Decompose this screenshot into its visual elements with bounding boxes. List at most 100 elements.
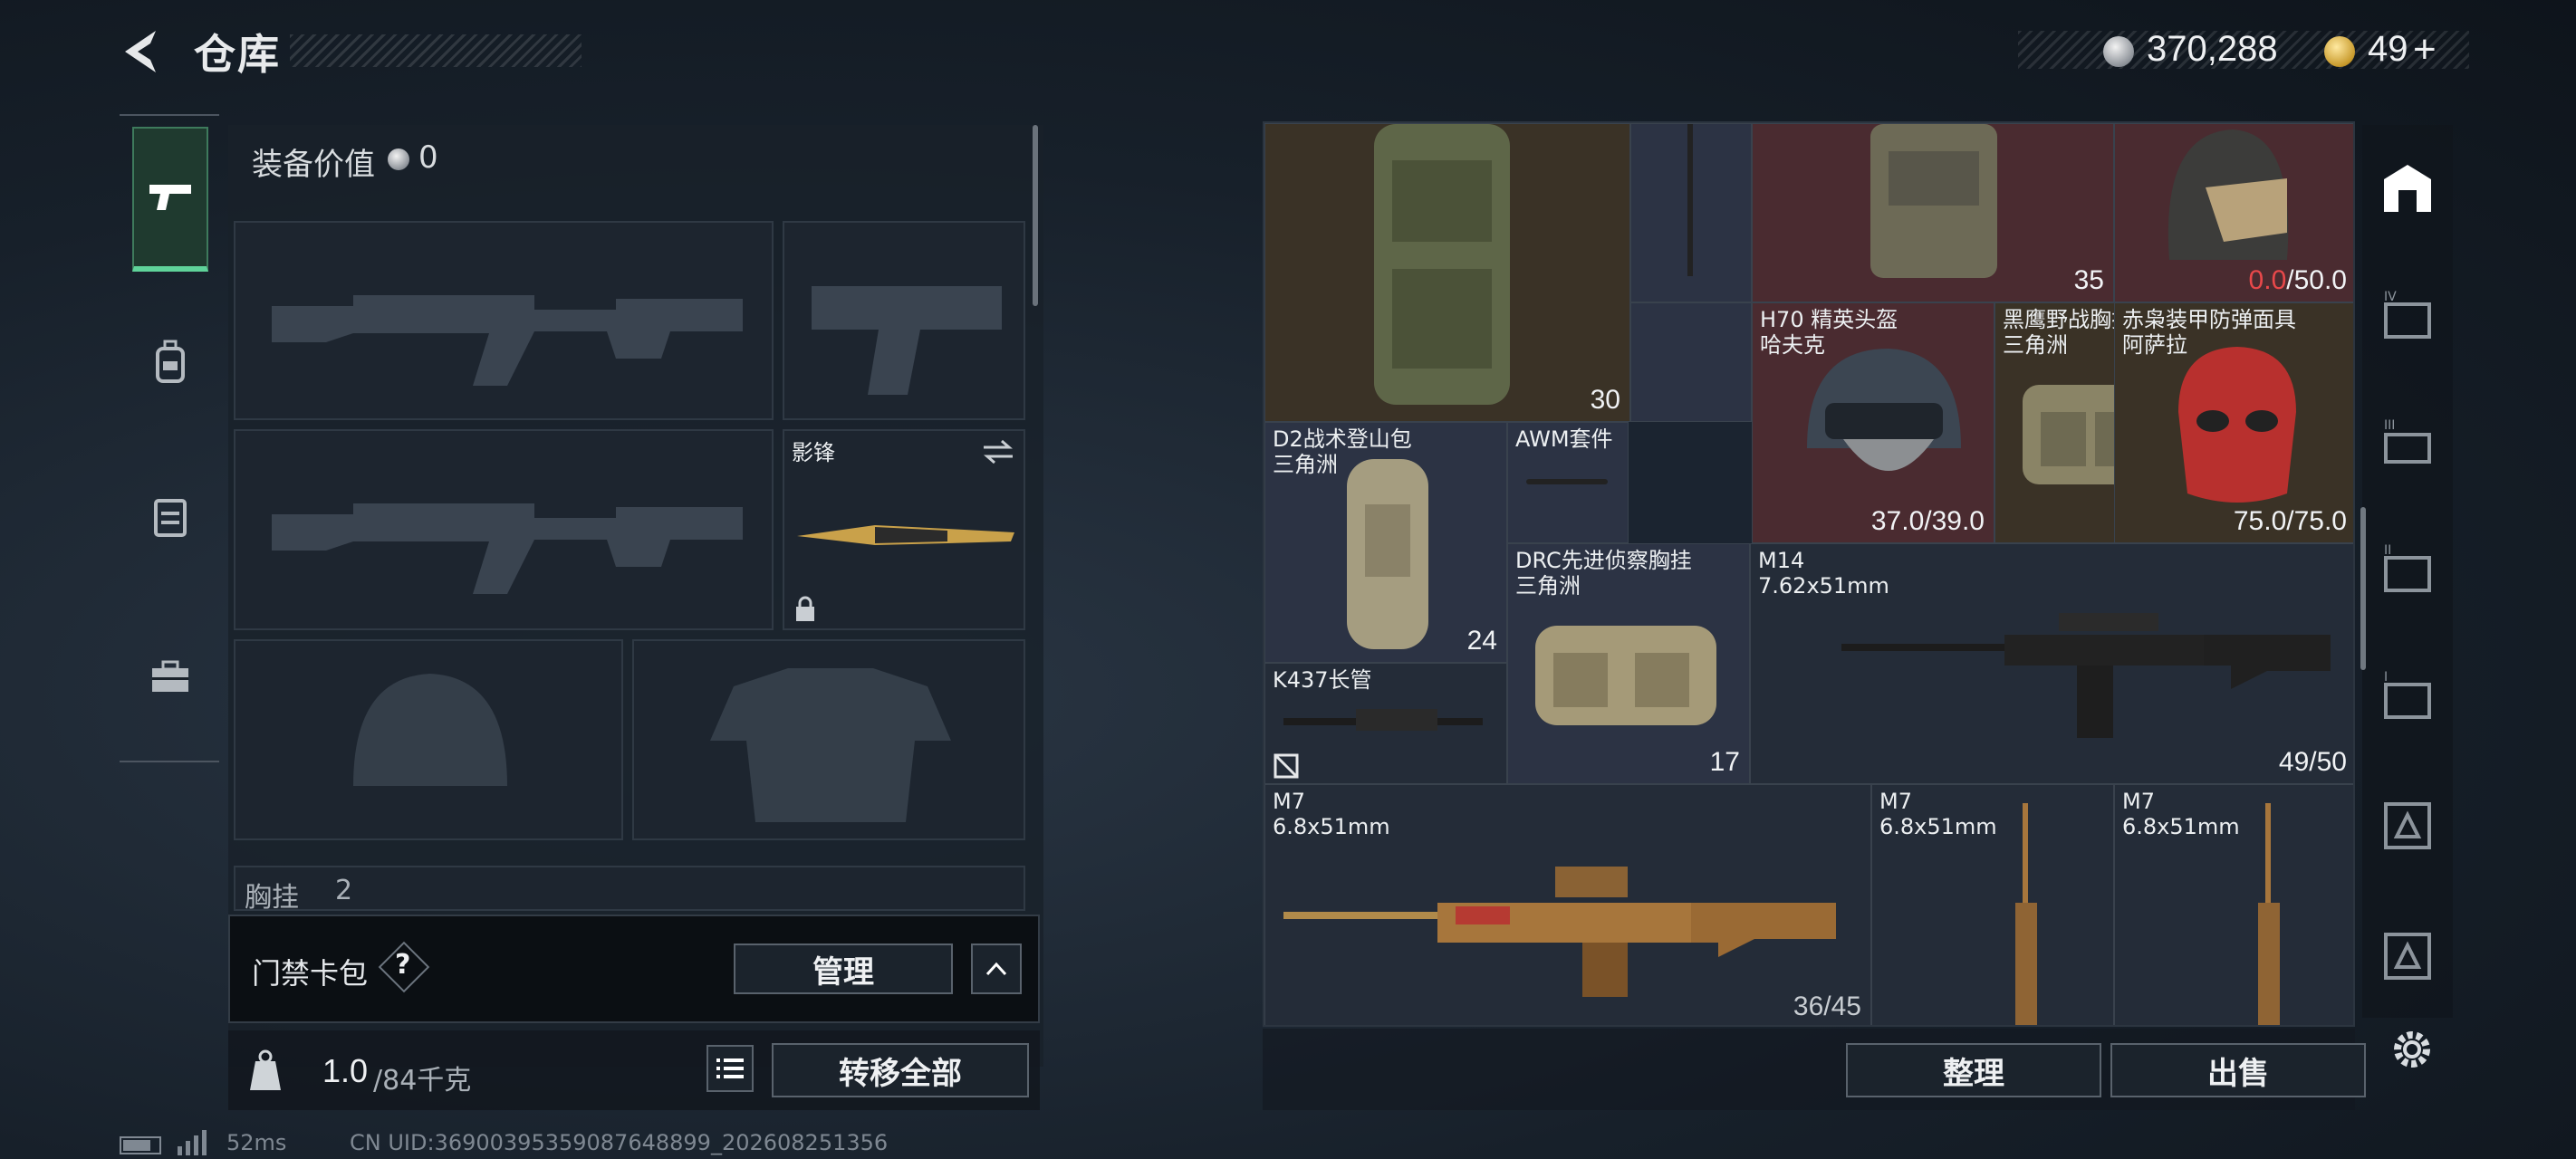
lock-icon [796,596,814,621]
barrel-icon [1283,709,1483,731]
ping-text: 52ms [226,1130,287,1155]
inventory-item[interactable]: M7 6.8x51mm [1871,784,2114,1025]
inventory-item[interactable]: DRC先进侦察胸挂 三角洲 17 [1507,543,1750,784]
item-name: DRC先进侦察胸挂 [1515,548,1692,573]
svg-text:IV: IV [2384,290,2397,304]
backpack-icon [156,340,185,383]
item-name: H70 精英头盔 [1760,307,1898,332]
inventory-item[interactable] [1630,123,1752,302]
item-value: 30 [1590,385,1620,415]
item-durability: 37.0/39.0 [1870,506,1985,536]
inventory-item[interactable]: 0.0/50.0 [2114,123,2353,302]
item-sub: 三角洲 [1273,452,1338,477]
primary-weapon-slot[interactable] [234,221,774,420]
case-a-icon[interactable] [2379,797,2437,855]
toolbox-icon [152,660,188,692]
manage-button[interactable]: 管理 [734,943,953,994]
chevron-up-icon [985,962,1007,976]
chest-rig-slot[interactable]: 胸挂 2 [234,866,1025,914]
tab-backpack[interactable] [132,290,208,435]
inventory-item[interactable]: M14 7.62x51mm 49/50 [1750,543,2353,784]
title-decoration [290,34,582,67]
backpack-icon [1347,459,1428,649]
list-view-button[interactable] [706,1045,754,1092]
inventory-item[interactable]: K437长管 [1264,663,1507,784]
coin-icon [2103,36,2134,67]
antenna-icon [1687,124,1693,276]
safe-box-icon[interactable] [2379,159,2437,217]
sidearm-slot[interactable] [783,221,1025,420]
tab-chest-rig[interactable] [132,444,208,589]
inventory-item[interactable]: 赤枭装甲防弹面具 阿萨拉 75.0/75.0 [2114,302,2353,543]
swap-icon[interactable] [980,438,1016,465]
item-name: M7 [2122,789,2155,814]
inventory-cell-empty[interactable] [1630,302,1752,422]
equipment-value: 0 [418,139,438,176]
item-value: 24 [1466,626,1497,656]
armor-silhouette-icon [710,668,951,822]
case-ii-icon[interactable]: II [2379,540,2437,598]
equipment-value-label: 装备价值 [252,147,375,183]
add-gold-button[interactable]: + [2413,27,2437,72]
signal-icon [178,1130,207,1155]
inventory-scrollbar[interactable] [2360,507,2366,670]
settings-gear-icon[interactable] [2388,1025,2437,1074]
item-durability: 0.0/50.0 [2248,265,2347,295]
access-card-label: 门禁卡包 [252,956,369,991]
svg-text:III: III [2384,418,2395,433]
gold-amount: 49 [2368,29,2408,69]
tab-weapons[interactable] [132,127,208,272]
back-arrow-icon[interactable] [120,27,168,76]
sort-button[interactable]: 整理 [1846,1043,2101,1097]
item-value: 17 [1709,747,1740,777]
item-durability: 75.0/75.0 [2233,506,2347,536]
melee-slot[interactable]: 影锋 [783,429,1025,630]
backpack-icon [1374,124,1510,405]
inventory-item[interactable]: M7 6.8x51mm [2114,784,2353,1025]
item-name: K437长管 [1273,667,1372,693]
list-icon [716,1058,744,1078]
secondary-weapon-slot[interactable] [234,429,774,630]
inventory-item[interactable]: AWM套件 [1507,422,1629,543]
help-icon[interactable]: ? [395,949,410,981]
helmet-slot[interactable] [234,639,623,840]
case-iv-icon[interactable]: IV [2379,286,2437,344]
backpack-icon [1870,124,1997,278]
helmet-silhouette-icon [353,674,507,786]
sell-button[interactable]: 出售 [2110,1043,2366,1097]
chest-rig-label: 胸挂 [245,882,299,914]
inventory-item[interactable]: 30 [1264,123,1630,422]
mask-icon [2178,347,2296,503]
case-iii-icon[interactable]: III [2379,413,2437,471]
armor-slot[interactable] [632,639,1025,840]
case-i-icon[interactable]: I [2379,666,2437,724]
inventory-item[interactable]: 35 [1752,123,2114,302]
item-sub: 三角洲 [2003,332,2068,358]
inventory-item[interactable]: H70 精英头盔 哈夫克 37.0/39.0 [1752,302,1994,543]
item-ammo: 36/45 [1793,991,1861,1021]
item-name: AWM套件 [1515,426,1613,452]
item-sub: 6.8x51mm [1879,814,1997,839]
inventory-grid[interactable]: 30 35 0.0/50.0 H70 精英头盔 哈夫克 37.0/39.0 黑鹰野… [1263,121,2355,1027]
weight-current: 1.0 [322,1052,369,1089]
kit-icon [1526,479,1608,484]
item-ammo: 49/50 [2278,747,2347,777]
inventory-item[interactable]: D2战术登山包 三角洲 24 [1264,422,1507,663]
tab-toolbox[interactable] [132,605,208,750]
page-title: 仓库 [194,30,281,79]
item-name: M14 [1758,548,1805,573]
item-name: M7 [1879,789,1912,814]
transfer-all-button[interactable]: 转移全部 [772,1043,1029,1097]
vest-icon [154,499,187,537]
expand-button[interactable] [971,943,1022,994]
case-b-icon[interactable] [2379,927,2437,985]
pistol-silhouette-icon [812,286,1002,395]
equipment-scrollbar[interactable] [1033,125,1038,306]
item-sub: 6.8x51mm [2122,814,2240,839]
helmet-icon [2167,129,2289,260]
unavailable-icon [1274,753,1299,779]
coin-amount: 370,288 [2147,29,2278,69]
inventory-item[interactable]: M7 6.8x51mm 36/45 [1264,784,1871,1025]
item-name: M7 [1273,789,1305,814]
item-sub: 三角洲 [1515,573,1581,599]
